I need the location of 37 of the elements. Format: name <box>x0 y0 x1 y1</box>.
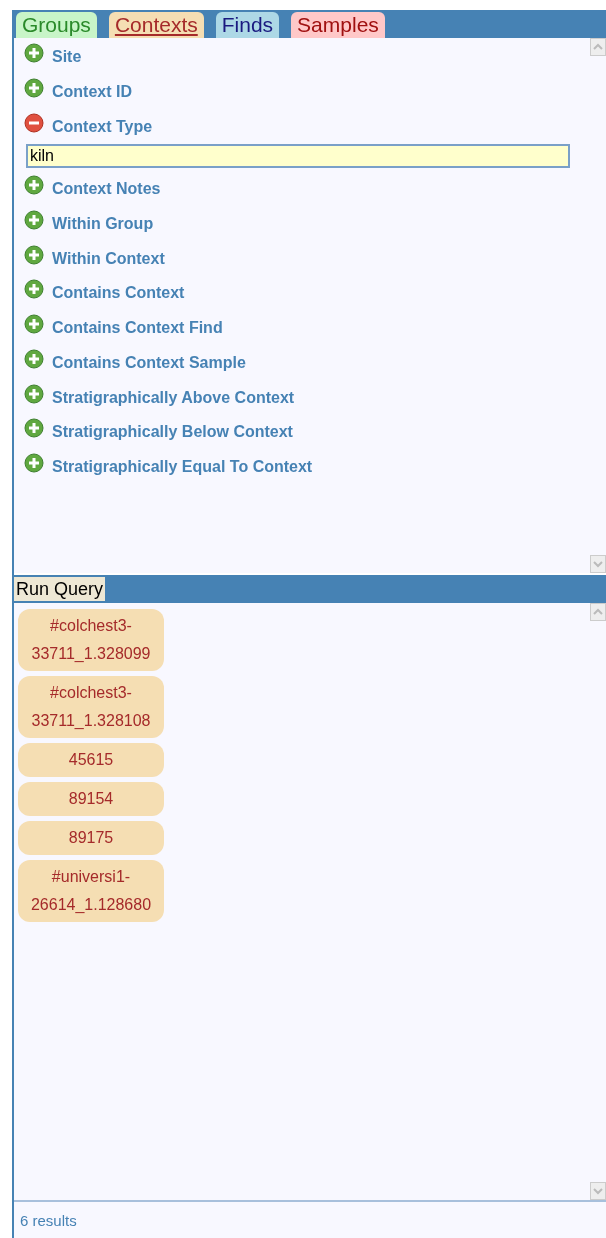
field-label[interactable]: Stratigraphically Equal To Context <box>52 457 313 476</box>
field-label[interactable]: Within Group <box>52 215 154 234</box>
field-label[interactable]: Context Notes <box>52 180 161 199</box>
plus-icon[interactable] <box>24 279 44 300</box>
field-label[interactable]: Context Type <box>52 117 153 136</box>
result-chip[interactable]: #colchest3-33711_1.328108 <box>18 676 164 738</box>
result-chip[interactable]: 45615 <box>18 743 164 777</box>
tab[interactable]: Samples <box>291 12 385 38</box>
result-chip[interactable]: 89175 <box>18 821 164 855</box>
tab[interactable]: Contexts <box>108 12 204 38</box>
plus-icon[interactable] <box>24 418 44 439</box>
field-label[interactable]: Within Context <box>52 249 165 268</box>
field-label[interactable]: Context ID <box>52 83 132 102</box>
tab[interactable]: Finds <box>215 12 280 38</box>
result-chip[interactable]: #universi1-26614_1.128680 <box>18 860 164 922</box>
minus-icon[interactable] <box>24 112 44 133</box>
result-count: 6 results <box>20 1211 77 1229</box>
plus-icon[interactable] <box>24 43 44 64</box>
field-label[interactable]: Contains Context Find <box>52 319 223 338</box>
plus-icon[interactable] <box>24 210 44 231</box>
plus-icon[interactable] <box>24 383 44 404</box>
plus-icon[interactable] <box>24 175 44 196</box>
plus-icon[interactable] <box>24 348 44 369</box>
run-query-button[interactable]: Run Query <box>14 577 106 601</box>
plus-icon[interactable] <box>24 244 44 265</box>
plus-icon[interactable] <box>24 452 44 473</box>
plus-icon[interactable] <box>24 314 44 335</box>
field-label[interactable]: Site <box>52 48 82 67</box>
input-field[interactable]: kiln <box>26 144 570 169</box>
result-chip[interactable]: #colchest3-33711_1.328099 <box>18 609 164 671</box>
tab[interactable]: Groups <box>16 12 97 38</box>
field-label[interactable]: Contains Context Sample <box>52 353 246 372</box>
field-label[interactable]: Stratigraphically Above Context <box>52 388 295 407</box>
field-label[interactable]: Contains Context <box>52 284 185 303</box>
field-label[interactable]: Stratigraphically Below Context <box>52 423 293 442</box>
result-chip[interactable]: 89154 <box>18 782 164 816</box>
plus-icon[interactable] <box>24 78 44 99</box>
